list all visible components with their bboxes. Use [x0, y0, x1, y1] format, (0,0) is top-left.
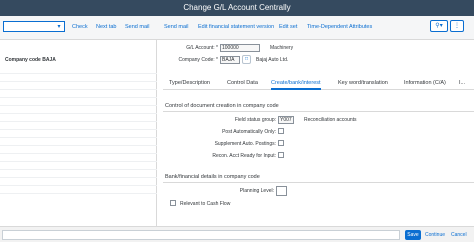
doc-creation-section-title: Control of document creation in company …	[165, 103, 279, 109]
edit-set-button[interactable]: Edit set	[279, 22, 297, 32]
post-automatically-label: Post Automatically Only:	[222, 129, 276, 135]
time-dependent-attributes-button[interactable]: Time-Dependent Attributes	[307, 22, 372, 32]
company-code-label: Company Code: *	[178, 57, 218, 63]
continue-button[interactable]: Continue	[425, 230, 445, 240]
status-bar: Save Continue Cancel	[0, 226, 474, 242]
gl-account-description: Machinery	[270, 45, 294, 51]
list-item[interactable]	[0, 138, 157, 146]
company-code-description: Bajaj Auto Ltd.	[256, 57, 289, 63]
more-options-icon[interactable]: ⋮	[450, 20, 464, 32]
list-item[interactable]	[0, 162, 157, 170]
list-item[interactable]	[0, 114, 157, 122]
list-item[interactable]	[0, 186, 157, 194]
toolbar: ▾ Check Next tab Send mail Send mail Edi…	[0, 16, 474, 40]
left-navigation-pane: Company code BAJA	[0, 40, 157, 226]
field-status-group-description: Reconciliation accounts	[304, 117, 357, 123]
check-button[interactable]: Check	[72, 22, 88, 32]
next-tab-button[interactable]: Next tab	[96, 22, 116, 32]
gl-account-label: G/L Account: *	[186, 45, 218, 51]
list-item[interactable]	[0, 74, 157, 82]
send-mail-button-2[interactable]: Send mail	[164, 22, 188, 32]
edit-fin-stmt-version-button[interactable]: Edit financial statement version	[198, 22, 274, 32]
chevron-down-icon: ▾	[57, 24, 61, 30]
tab-type-description[interactable]: Type/Description	[169, 80, 210, 90]
window-title-bar: Change G/L Account Centrally	[0, 0, 474, 16]
supplement-auto-label: Supplement Auto. Postings:	[214, 141, 276, 147]
relevant-cash-flow-label: Relevant to Cash Flow	[180, 201, 231, 207]
bank-section-title: Bank/financial details in company code	[165, 174, 260, 180]
section-divider	[163, 182, 474, 183]
section-divider	[163, 111, 474, 112]
recon-acct-checkbox[interactable]	[278, 152, 284, 158]
supplement-auto-checkbox[interactable]	[278, 140, 284, 146]
save-button[interactable]: Save	[405, 230, 421, 240]
gl-account-field[interactable]: 100000	[220, 44, 260, 52]
tab-create-bank-interest[interactable]: Create/bank/interest	[271, 80, 321, 90]
field-status-group-field[interactable]: Y007	[278, 116, 294, 124]
tab-strip: Type/Description Control Data Create/ban…	[163, 78, 474, 90]
list-item[interactable]	[0, 130, 157, 138]
post-automatically-checkbox[interactable]	[278, 128, 284, 134]
company-code-field[interactable]: BAJA	[220, 56, 240, 64]
list-item[interactable]	[0, 122, 157, 130]
tab-key-word-translation[interactable]: Key word/translation	[338, 80, 388, 90]
tab-control-data[interactable]: Control Data	[227, 80, 258, 90]
list-item[interactable]	[0, 170, 157, 178]
tab-more[interactable]: I...	[459, 80, 465, 90]
list-item[interactable]	[0, 154, 157, 162]
list-item[interactable]	[0, 146, 157, 154]
window-title: Change G/L Account Centrally	[183, 3, 291, 12]
list-item[interactable]	[0, 98, 157, 106]
planning-level-field[interactable]	[276, 186, 287, 196]
left-pane-header: Company code BAJA	[5, 57, 56, 63]
send-mail-button[interactable]: Send mail	[125, 22, 149, 32]
list-item[interactable]	[0, 106, 157, 114]
list-item[interactable]	[0, 66, 157, 74]
tab-information-ca[interactable]: Information (C/A)	[404, 80, 446, 90]
command-field-dropdown[interactable]: ▾	[3, 21, 65, 32]
message-field	[2, 230, 400, 240]
list-item[interactable]	[0, 178, 157, 186]
list-item[interactable]	[0, 82, 157, 90]
field-status-group-label: Field status group:	[234, 117, 276, 123]
recon-acct-label: Recon. Acct Ready for Input:	[212, 153, 276, 159]
planning-level-label: Planning Level:	[239, 188, 274, 194]
value-help-icon[interactable]: □	[242, 55, 251, 64]
search-dropdown-icon[interactable]: ⚲▾	[430, 20, 448, 32]
cancel-button[interactable]: Cancel	[451, 230, 467, 240]
list-item[interactable]	[0, 90, 157, 98]
relevant-cash-flow-checkbox[interactable]	[170, 200, 176, 206]
left-pane-list	[0, 66, 157, 194]
